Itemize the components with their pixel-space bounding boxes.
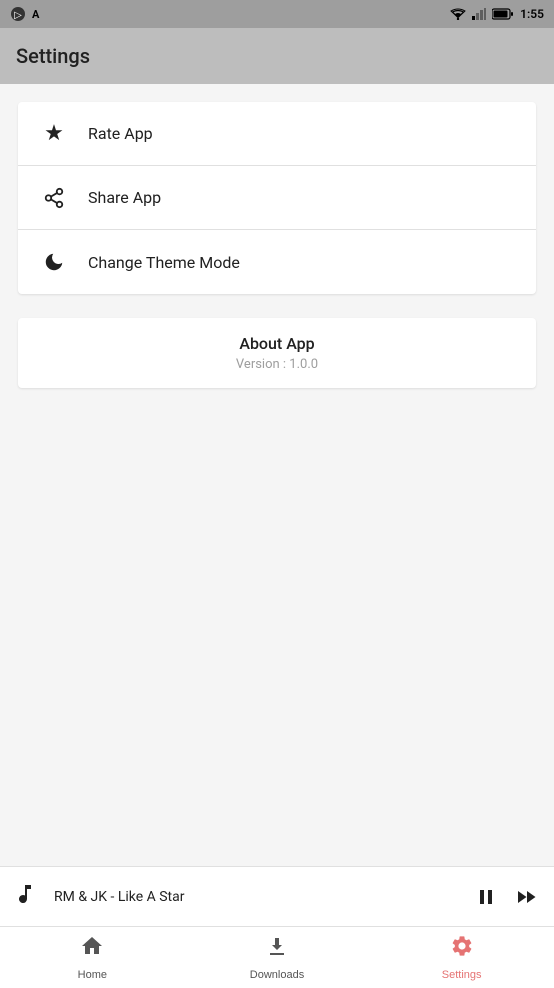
now-playing-title: RM & JK - Like A Star bbox=[54, 889, 474, 905]
rate-app-label: Rate App bbox=[88, 124, 153, 143]
main-content: ★ Rate App Share App Change Th bbox=[0, 84, 554, 866]
nav-downloads-label: Downloads bbox=[250, 969, 304, 981]
time-display: 1:55 bbox=[520, 7, 544, 21]
text-indicator: A bbox=[32, 8, 39, 21]
share-app-item[interactable]: Share App bbox=[18, 166, 536, 230]
status-bar: ▷ A 1:55 bbox=[0, 0, 554, 28]
settings-icon bbox=[450, 934, 474, 965]
pause-button[interactable] bbox=[474, 885, 498, 909]
status-bar-left: ▷ A bbox=[10, 6, 39, 22]
page-title: Settings bbox=[16, 44, 90, 68]
rate-app-item[interactable]: ★ Rate App bbox=[18, 102, 536, 166]
bottom-nav: Home Downloads Settings bbox=[0, 926, 554, 988]
nav-downloads[interactable]: Downloads bbox=[185, 927, 370, 988]
nav-settings[interactable]: Settings bbox=[369, 927, 554, 988]
moon-icon bbox=[38, 246, 70, 278]
app-bar: Settings bbox=[0, 28, 554, 84]
downloads-icon bbox=[265, 934, 289, 965]
battery-icon bbox=[492, 8, 514, 20]
settings-card: ★ Rate App Share App Change Th bbox=[18, 102, 536, 294]
playback-controls bbox=[474, 885, 538, 909]
nav-settings-label: Settings bbox=[442, 969, 482, 981]
home-icon bbox=[80, 934, 104, 965]
share-app-label: Share App bbox=[88, 188, 161, 207]
music-note-icon bbox=[16, 882, 40, 912]
app-icon: ▷ bbox=[10, 6, 26, 22]
about-section: About App Version : 1.0.0 bbox=[18, 318, 536, 388]
about-title: About App bbox=[34, 334, 520, 353]
change-theme-label: Change Theme Mode bbox=[88, 253, 240, 272]
share-icon bbox=[38, 182, 70, 214]
status-bar-right: 1:55 bbox=[450, 7, 544, 21]
wifi-icon bbox=[450, 8, 466, 20]
star-icon: ★ bbox=[38, 118, 70, 150]
now-playing-bar: RM & JK - Like A Star bbox=[0, 866, 554, 926]
change-theme-item[interactable]: Change Theme Mode bbox=[18, 230, 536, 294]
about-version: Version : 1.0.0 bbox=[34, 357, 520, 372]
fast-forward-button[interactable] bbox=[514, 885, 538, 909]
nav-home[interactable]: Home bbox=[0, 927, 185, 988]
signal-icon bbox=[472, 8, 486, 20]
svg-text:▷: ▷ bbox=[14, 10, 22, 21]
nav-home-label: Home bbox=[78, 969, 107, 981]
